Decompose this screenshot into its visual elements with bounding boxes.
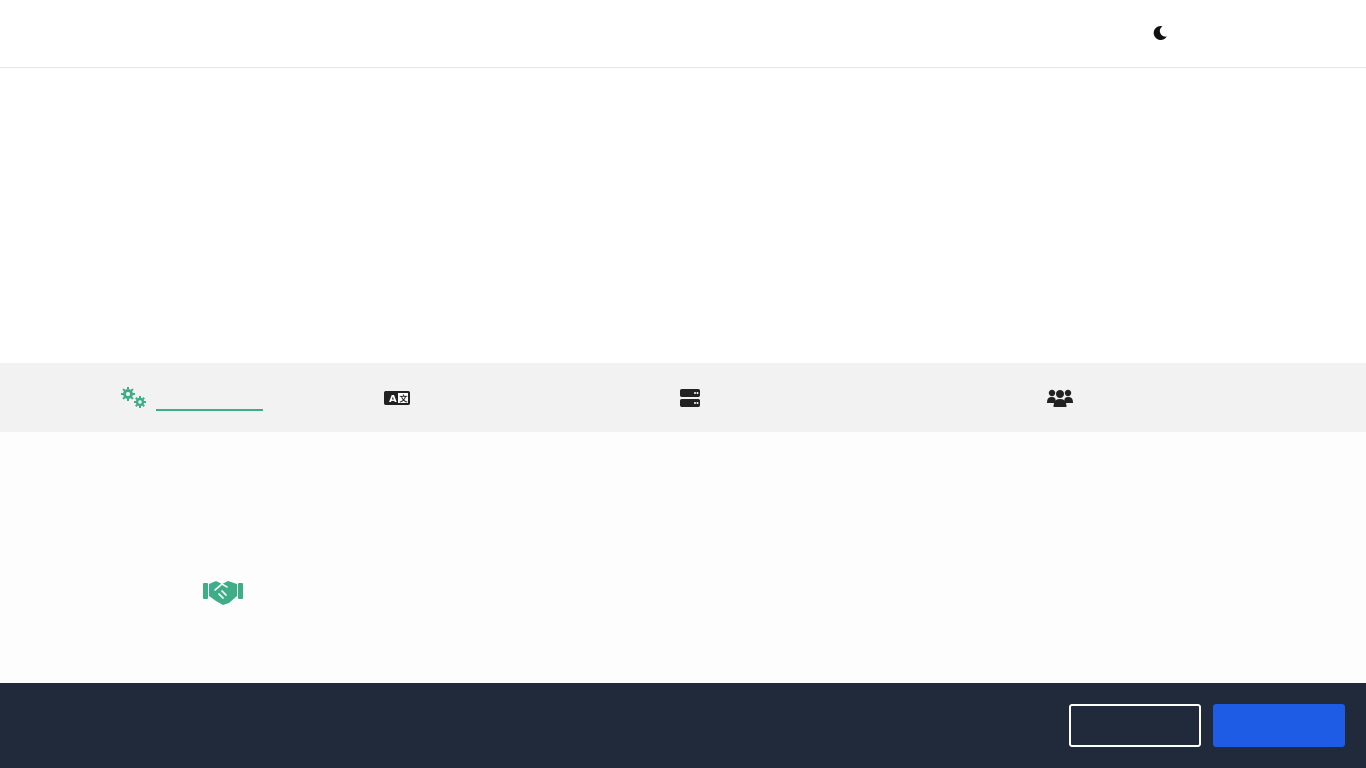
tab-general-label (156, 393, 263, 411)
users-icon (1047, 389, 1073, 407)
gears-icon (121, 386, 146, 408)
secondary-button[interactable] (1069, 704, 1201, 747)
top-bar (0, 0, 1366, 68)
svg-text:文: 文 (400, 393, 409, 403)
server-icon (680, 388, 700, 407)
moon-icon (1153, 25, 1167, 40)
translate-icon: A 文 (384, 390, 410, 405)
content-area (0, 432, 1366, 683)
theme-toggle-button[interactable] (1150, 23, 1170, 43)
tab-users[interactable] (1046, 363, 1074, 432)
tab-server[interactable] (678, 363, 702, 432)
tab-bar: A 文 (0, 363, 1366, 432)
hero-section (0, 69, 1366, 363)
tab-language[interactable]: A 文 (383, 363, 411, 432)
svg-text:A: A (389, 394, 397, 405)
tab-general[interactable] (120, 363, 263, 432)
handshake-icon (203, 581, 243, 605)
primary-button[interactable] (1213, 704, 1345, 747)
